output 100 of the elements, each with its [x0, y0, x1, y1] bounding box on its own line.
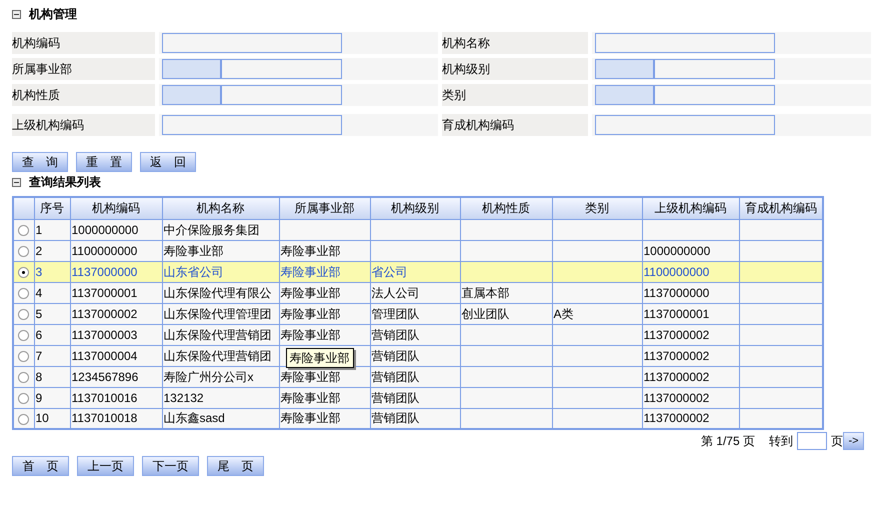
table-cell: 直属本部: [462, 286, 510, 300]
table-cell: 1137000002: [644, 411, 710, 426]
go-button[interactable]: ->: [843, 432, 864, 450]
field-label: 机构名称: [442, 35, 490, 52]
radio-button[interactable]: [18, 350, 30, 362]
table-cell: 1137000001: [72, 286, 138, 300]
table-cell: 山东保险代理营销团: [164, 348, 272, 362]
table-cell: 营销团队: [372, 328, 420, 342]
table-cell: 1137000004: [72, 348, 138, 362]
table-cell: 132132: [164, 390, 204, 404]
table-cell: 寿险事业部: [280, 370, 340, 384]
table-cell: 创业团队: [462, 306, 510, 320]
table-cell: 1137000002: [72, 306, 138, 320]
table-cell: 3: [36, 264, 42, 278]
table-cell: 营销团队: [372, 411, 420, 426]
button[interactable]: 下一页: [142, 456, 199, 476]
radio-button[interactable]: [18, 246, 30, 257]
radio-button[interactable]: [18, 372, 30, 383]
radio-button[interactable]: [18, 288, 30, 299]
table-cell: 寿险事业部: [280, 286, 340, 300]
table-cell: 寿险事业部: [280, 390, 340, 404]
goto-label: 转到: [769, 433, 793, 450]
field-label: 机构级别: [442, 61, 490, 78]
table-cell: 1137000003: [72, 328, 138, 342]
table-cell: 1137000002: [644, 328, 710, 342]
radio-button[interactable]: [18, 266, 30, 278]
column-header: 上级机构编码: [654, 201, 726, 216]
radio-button[interactable]: [18, 308, 30, 320]
column-header: 类别: [585, 201, 609, 216]
table-cell: 寿险事业部: [280, 411, 340, 426]
table-cell: 山东鑫sasd: [164, 411, 225, 426]
radio-button[interactable]: [18, 414, 30, 425]
table-cell: 1137000002: [644, 348, 710, 362]
table-cell: 1000000000: [644, 244, 710, 258]
table-cell: 1234567896: [72, 370, 138, 384]
page-input[interactable]: [797, 432, 827, 450]
table-cell: 寿险广州分公司x: [164, 370, 254, 384]
table-cell: 1: [36, 222, 42, 236]
table-cell: 寿险事业部: [164, 244, 224, 258]
button[interactable]: 首 页: [12, 456, 69, 476]
table-cell: 5: [36, 306, 42, 320]
field-label: 机构编码: [12, 35, 60, 52]
table-cell: 营销团队: [372, 370, 420, 384]
tooltip: 寿险事业部: [286, 348, 354, 368]
table-cell: 1137000002: [644, 390, 710, 404]
select-field[interactable]: [595, 59, 775, 79]
section-title: 查询结果列表: [29, 174, 101, 191]
field-label: 所属事业部: [12, 61, 72, 78]
table-cell: 1100000000: [72, 244, 138, 258]
table-cell: 1100000000: [644, 264, 710, 278]
button[interactable]: 返 回: [140, 152, 196, 172]
table-cell: 8: [36, 370, 42, 384]
section-title: 机构管理: [29, 6, 77, 23]
table-cell: 7: [36, 348, 42, 362]
table-cell: 1137010016: [72, 390, 138, 404]
field-label: 类别: [442, 87, 466, 104]
table-cell: 营销团队: [372, 390, 420, 404]
input-field[interactable]: [595, 115, 775, 135]
page-suffix: 页: [831, 433, 843, 450]
table-cell: 中介保险服务集团: [164, 222, 260, 236]
radio-button[interactable]: [18, 330, 30, 341]
column-header: 所属事业部: [294, 201, 354, 216]
table-cell: 6: [36, 328, 42, 342]
radio-button[interactable]: [18, 224, 30, 236]
table-cell: 10: [36, 411, 49, 426]
button[interactable]: 查 询: [12, 152, 68, 172]
table-cell: 省公司: [372, 264, 408, 278]
input-field[interactable]: [595, 33, 775, 53]
collapse-icon[interactable]: [12, 178, 21, 186]
input-field[interactable]: [162, 115, 342, 135]
table-cell: 山东保险代理有限公: [164, 286, 272, 300]
select-field[interactable]: [162, 59, 342, 79]
column-header: 机构级别: [391, 201, 439, 216]
column-header: 机构编码: [92, 201, 140, 216]
table-cell: 法人公司: [372, 286, 420, 300]
table-cell: A类: [554, 306, 574, 320]
table-cell: 1137000000: [644, 286, 710, 300]
select-field[interactable]: [595, 85, 775, 105]
table-cell: 营销团队: [372, 348, 420, 362]
field-label: 机构性质: [12, 87, 60, 104]
table-cell: 1137000001: [644, 306, 710, 320]
column-header: 机构名称: [196, 201, 244, 216]
button[interactable]: 上一页: [77, 456, 134, 476]
radio-button[interactable]: [18, 392, 30, 404]
button[interactable]: 尾 页: [207, 456, 264, 476]
select-field[interactable]: [162, 85, 342, 105]
collapse-icon[interactable]: [12, 10, 21, 18]
input-field[interactable]: [162, 33, 342, 53]
column-header: 序号: [40, 201, 64, 216]
table-cell: 寿险事业部: [280, 244, 340, 258]
button[interactable]: 重 置: [76, 152, 132, 172]
table-cell: 管理团队: [372, 306, 420, 320]
table-cell: 1137000002: [644, 370, 710, 384]
column-header: 机构性质: [482, 201, 530, 216]
field-label: 育成机构编码: [442, 117, 514, 134]
field-label: 上级机构编码: [12, 117, 84, 134]
table-cell: 寿险事业部: [280, 306, 340, 320]
table-cell: 山东保险代理营销团: [164, 328, 272, 342]
column-header: 育成机构编码: [744, 201, 817, 216]
table-cell: 1137000000: [72, 264, 138, 278]
